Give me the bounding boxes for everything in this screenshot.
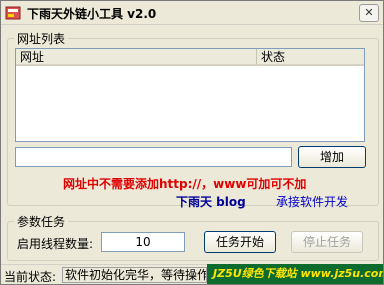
stop-task-button[interactable]: 停止任务 bbox=[291, 231, 363, 253]
url-input[interactable] bbox=[15, 147, 292, 167]
window-title: 下雨天外链小工具 v2.0 bbox=[27, 7, 157, 21]
thread-count-label: 启用线程数量: bbox=[17, 237, 94, 251]
column-header-status[interactable]: 状态 bbox=[257, 49, 364, 66]
software-dev-link[interactable]: 承接软件开发 bbox=[276, 193, 348, 210]
url-listview[interactable]: 网址 状态 bbox=[15, 48, 365, 142]
close-icon: ✕ bbox=[364, 6, 374, 19]
watermark-banner: JZ5U绿色下载站 www.jz5u.com bbox=[207, 264, 383, 284]
start-task-button[interactable]: 任务开始 bbox=[204, 231, 276, 253]
close-button[interactable]: ✕ bbox=[359, 4, 379, 22]
notice-text: 网址中不需要添加http://，www可加可不加 bbox=[63, 177, 307, 191]
title-bar: 下雨天外链小工具 v2.0 ✕ bbox=[1, 1, 383, 25]
thread-count-input[interactable] bbox=[101, 232, 185, 252]
list-header: 网址 状态 bbox=[16, 49, 364, 66]
add-button[interactable]: 增加 bbox=[298, 146, 366, 168]
url-list-legend: 网址列表 bbox=[17, 32, 66, 46]
status-value: 软件初始化完华，等待操作 bbox=[62, 267, 207, 283]
author-blog-link[interactable]: 下雨天 blog bbox=[176, 193, 246, 210]
app-icon bbox=[5, 6, 21, 20]
column-header-url[interactable]: 网址 bbox=[16, 49, 257, 66]
status-label: 当前状态: bbox=[4, 270, 57, 284]
params-legend: 参数任务 bbox=[17, 215, 66, 229]
app-window: 下雨天外链小工具 v2.0 ✕ 网址列表 网址 状态 增加 网址中不需要添加ht… bbox=[0, 0, 384, 285]
